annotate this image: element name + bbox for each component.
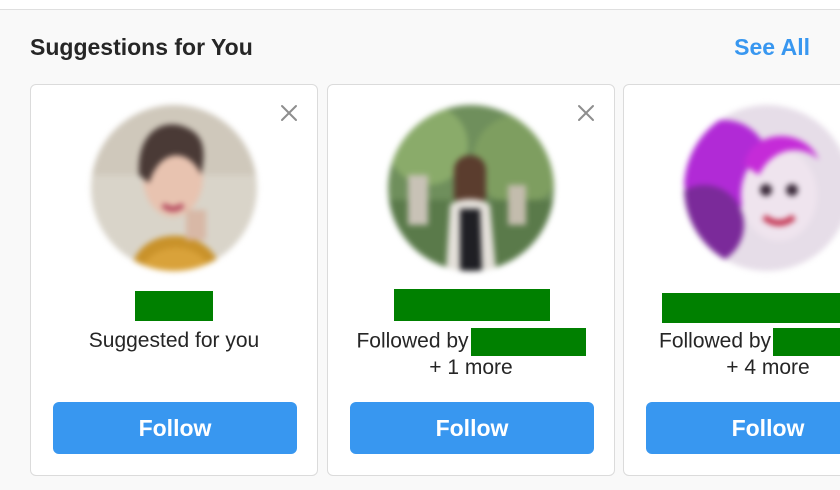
- followed-by-text: Followed by: [624, 328, 840, 356]
- more-followers-text: + 4 more: [726, 356, 810, 379]
- username-redacted: [135, 291, 213, 321]
- suggestion-card: Suggested for you Follow: [30, 84, 318, 476]
- suggestion-reason: Suggested for you: [88, 329, 260, 352]
- followed-by-label: Followed by: [659, 329, 772, 353]
- username-redacted: [662, 293, 840, 323]
- close-icon[interactable]: [574, 101, 598, 125]
- top-divider: [0, 0, 840, 10]
- suggestions-header: Suggestions for You See All: [30, 30, 810, 64]
- followed-by-label: Followed by: [356, 329, 469, 353]
- follow-button[interactable]: Follow: [646, 402, 840, 454]
- avatar[interactable]: [684, 105, 840, 271]
- suggestion-card: Followed by + 4 more Follow: [623, 84, 840, 476]
- avatar[interactable]: [91, 105, 257, 271]
- mutual-follower-redacted: [773, 328, 840, 356]
- see-all-link[interactable]: See All: [734, 34, 810, 61]
- suggestion-card: Followed by + 1 more Follow: [327, 84, 615, 476]
- username-redacted: [394, 289, 550, 321]
- more-followers-text: + 1 more: [429, 356, 513, 379]
- mutual-follower-redacted: [470, 328, 586, 356]
- avatar[interactable]: [388, 105, 554, 271]
- follow-button[interactable]: Follow: [350, 402, 594, 454]
- follow-button[interactable]: Follow: [53, 402, 297, 454]
- followed-by-text: Followed by: [328, 328, 614, 356]
- section-title: Suggestions for You: [30, 33, 253, 60]
- close-icon[interactable]: [277, 101, 301, 125]
